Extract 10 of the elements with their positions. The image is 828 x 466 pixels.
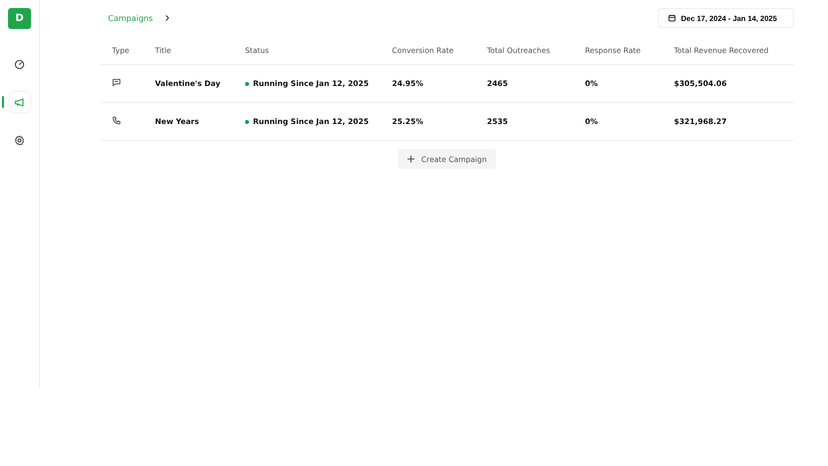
megaphone-icon	[14, 96, 25, 108]
settings-icon	[14, 134, 25, 146]
chat-icon	[112, 78, 121, 87]
plus-icon	[407, 155, 416, 163]
chevron-icon	[162, 14, 171, 22]
logo: D	[8, 8, 31, 29]
phone-icon	[112, 116, 121, 125]
gauge-icon	[14, 58, 25, 70]
active-indicator	[2, 96, 4, 108]
calendar-icon	[668, 14, 676, 22]
